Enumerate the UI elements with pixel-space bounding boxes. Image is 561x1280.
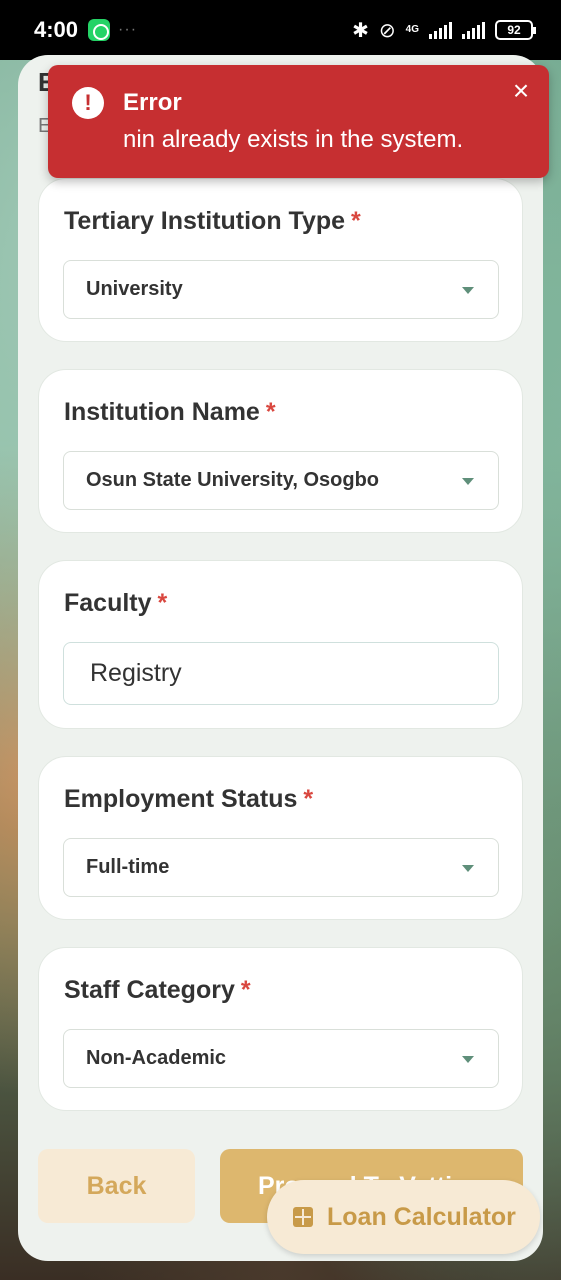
back-button[interactable]: Back xyxy=(38,1149,195,1223)
toast-message: nin already exists in the system. xyxy=(123,126,464,153)
staff-category-value: Non-Academic xyxy=(86,1047,227,1069)
bluetooth-icon: ✱ xyxy=(352,19,369,42)
status-time: 4:00 xyxy=(34,17,79,42)
required-marker: * xyxy=(240,976,251,1004)
chevron-down-icon xyxy=(462,478,474,485)
employment-status-label: Employment Status * xyxy=(64,785,314,813)
chevron-down-icon xyxy=(462,287,474,294)
loan-calculator-label: Loan Calculator xyxy=(327,1202,516,1231)
signal-icon-2 xyxy=(462,21,485,39)
chevron-down-icon xyxy=(462,865,474,872)
institution-type-value: University xyxy=(86,278,183,300)
employment-status-value: Full-time xyxy=(86,856,170,878)
section-employment-status: Employment Status * Full-time xyxy=(38,756,523,920)
employment-status-select[interactable]: Full-time xyxy=(63,838,499,897)
error-toast: ! Error nin already exists in the system… xyxy=(48,65,549,178)
institution-name-label: Institution Name * xyxy=(64,398,276,426)
link-icon: ⊘ xyxy=(378,19,396,42)
chevron-down-icon xyxy=(462,1056,474,1063)
faculty-input[interactable]: Registry xyxy=(63,642,499,705)
section-staff-category: Staff Category * Non-Academic xyxy=(38,947,523,1111)
required-marker: * xyxy=(303,785,314,813)
calculator-icon xyxy=(293,1207,313,1227)
section-institution-name: Institution Name * Osun State University,… xyxy=(38,369,523,533)
alert-icon: ! xyxy=(72,87,104,119)
required-marker: * xyxy=(157,589,168,617)
institution-type-label: Tertiary Institution Type * xyxy=(64,207,361,235)
staff-category-label: Staff Category * xyxy=(64,976,251,1004)
faculty-label: Faculty * xyxy=(64,589,168,617)
status-bar: 4:00 ··· ✱ ⊘ 4G 92 xyxy=(0,0,561,60)
signal-icon xyxy=(429,21,452,39)
loan-calculator-button[interactable]: Loan Calculator xyxy=(267,1180,540,1254)
whatsapp-icon xyxy=(88,19,111,41)
institution-name-value: Osun State University, Osogbo xyxy=(86,469,380,491)
staff-category-select[interactable]: Non-Academic xyxy=(63,1029,499,1088)
close-icon[interactable]: × xyxy=(509,77,533,105)
network-type: 4G xyxy=(405,24,419,35)
required-marker: * xyxy=(265,398,276,426)
battery-icon: 92 xyxy=(495,20,536,40)
required-marker: * xyxy=(351,207,361,235)
institution-type-select[interactable]: University xyxy=(63,260,499,319)
form-card: E E Tertiary Institution Type * Universit… xyxy=(18,55,543,1261)
section-faculty: Faculty * Registry xyxy=(38,560,523,729)
toast-title: Error xyxy=(123,89,182,116)
more-notifications-icon: ··· xyxy=(118,21,138,38)
section-institution-type: Tertiary Institution Type * University xyxy=(38,178,523,342)
institution-name-select[interactable]: Osun State University, Osogbo xyxy=(63,451,499,510)
